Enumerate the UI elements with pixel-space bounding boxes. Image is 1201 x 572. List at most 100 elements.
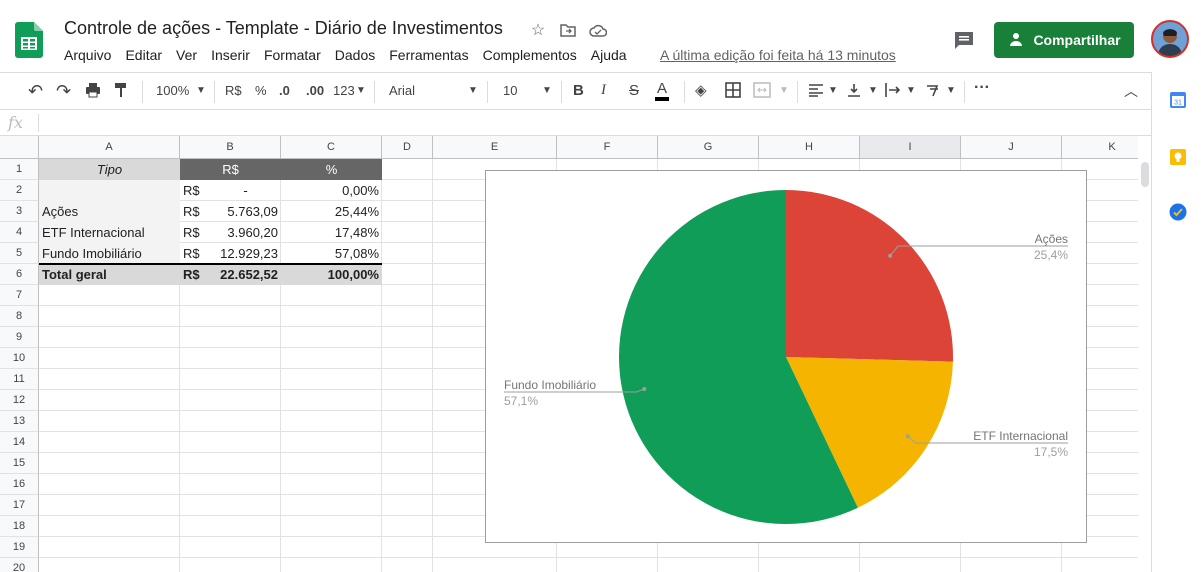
col-header-B[interactable]: B [180, 136, 281, 159]
last-edit-link[interactable]: A última edição foi feita há 13 minutos [660, 47, 896, 63]
decrease-decimal-button[interactable]: .0 [279, 83, 290, 98]
row-header-19[interactable]: 19 [0, 537, 39, 558]
cell-value[interactable]: 12.929,23 [210, 243, 281, 264]
more-options-icon[interactable]: ··· [974, 79, 990, 97]
zoom-select[interactable]: 100% [156, 83, 189, 98]
total-pct[interactable]: 100,00% [281, 264, 382, 285]
italic-button[interactable]: I [601, 82, 606, 99]
cell-value[interactable]: 3.960,20 [210, 222, 281, 243]
cell-pct[interactable]: 17,48% [281, 222, 382, 243]
font-select[interactable]: Arial [389, 83, 415, 98]
cell-pct[interactable]: 57,08% [281, 243, 382, 264]
tasks-icon[interactable] [1169, 203, 1187, 221]
menu-3[interactable]: Inserir [211, 47, 257, 63]
cell-value[interactable]: 5.763,09 [210, 201, 281, 222]
font-size-select[interactable]: 10 [503, 83, 517, 98]
col-header-H[interactable]: H [759, 136, 860, 159]
currency-format-button[interactable]: R$ [225, 83, 242, 98]
fill-color-icon[interactable]: ◈ [695, 81, 707, 99]
scrollbar-thumb[interactable] [1141, 162, 1149, 187]
col-header-A[interactable]: A [39, 136, 180, 159]
row-header-20[interactable]: 20 [0, 558, 39, 572]
row-header-13[interactable]: 13 [0, 411, 39, 432]
row-header-14[interactable]: 14 [0, 432, 39, 453]
cell-tipo[interactable] [39, 180, 180, 201]
cell-tipo[interactable]: ETF Internacional [39, 222, 180, 243]
comment-icon[interactable] [951, 28, 977, 52]
pie-slice-0[interactable] [786, 190, 953, 362]
more-formats-button[interactable]: 123 [333, 83, 355, 98]
text-wrap-icon[interactable] [885, 82, 901, 101]
col-header-I[interactable]: I [860, 136, 961, 159]
row-header-18[interactable]: 18 [0, 516, 39, 537]
keep-icon[interactable] [1169, 148, 1187, 166]
total-currency[interactable]: R$ [180, 264, 210, 285]
row-header-1[interactable]: 1 [0, 159, 39, 180]
sheets-logo-icon[interactable] [15, 22, 43, 58]
row-header-5[interactable]: 5 [0, 243, 39, 264]
strikethrough-button[interactable]: S [629, 82, 639, 99]
align-left-icon[interactable] [808, 83, 824, 100]
row-header-2[interactable]: 2 [0, 180, 39, 201]
col-header-J[interactable]: J [961, 136, 1062, 159]
row-header-3[interactable]: 3 [0, 201, 39, 222]
total-label[interactable]: Total geral [39, 264, 180, 285]
row-header-16[interactable]: 16 [0, 474, 39, 495]
percent-format-button[interactable]: % [255, 83, 267, 98]
col-header-C[interactable]: C [281, 136, 382, 159]
menu-6[interactable]: Ferramentas [389, 47, 475, 63]
cell-currency[interactable]: R$ [180, 180, 210, 201]
redo-icon[interactable]: ↷ [56, 81, 71, 102]
print-icon[interactable] [85, 82, 101, 101]
vertical-scrollbar[interactable] [1138, 159, 1151, 572]
header-pct[interactable]: % [281, 159, 382, 180]
row-header-12[interactable]: 12 [0, 390, 39, 411]
vertical-align-icon[interactable] [847, 82, 861, 101]
collapse-menu-icon[interactable]: ︿ [1124, 81, 1138, 101]
menu-2[interactable]: Ver [176, 47, 204, 63]
menu-5[interactable]: Dados [335, 47, 382, 63]
text-rotation-icon[interactable] [925, 82, 943, 101]
increase-decimal-button[interactable]: .00 [306, 83, 324, 98]
row-header-8[interactable]: 8 [0, 306, 39, 327]
col-header-F[interactable]: F [557, 136, 658, 159]
undo-icon[interactable]: ↶ [28, 81, 43, 102]
menu-1[interactable]: Editar [125, 47, 169, 63]
col-header-K[interactable]: K [1062, 136, 1138, 159]
menu-0[interactable]: Arquivo [64, 47, 118, 63]
row-header-10[interactable]: 10 [0, 348, 39, 369]
cell-pct[interactable]: 25,44% [281, 201, 382, 222]
cell-tipo[interactable]: Fundo Imobiliário [39, 243, 180, 264]
header-rs[interactable]: R$ [180, 159, 281, 180]
star-icon[interactable]: ☆ [528, 20, 548, 40]
cloud-status-icon[interactable] [588, 20, 608, 40]
cell-pct[interactable]: 0,00% [281, 180, 382, 201]
col-header-G[interactable]: G [658, 136, 759, 159]
cell-currency[interactable]: R$ [180, 201, 210, 222]
calendar-icon[interactable]: 31 [1169, 91, 1187, 109]
row-header-4[interactable]: 4 [0, 222, 39, 243]
merge-cells-icon[interactable] [753, 82, 771, 101]
cell-currency[interactable]: R$ [180, 243, 210, 264]
share-button[interactable]: Compartilhar [994, 22, 1134, 58]
col-header-E[interactable]: E [433, 136, 557, 159]
row-header-7[interactable]: 7 [0, 285, 39, 306]
text-color-button[interactable]: A [655, 80, 670, 101]
row-header-6[interactable]: 6 [0, 264, 39, 285]
borders-icon[interactable] [725, 82, 741, 101]
col-header-D[interactable]: D [382, 136, 433, 159]
row-header-17[interactable]: 17 [0, 495, 39, 516]
cell-value[interactable]: - [210, 180, 281, 201]
header-tipo[interactable]: Tipo [39, 159, 180, 180]
avatar[interactable] [1151, 20, 1189, 58]
row-header-15[interactable]: 15 [0, 453, 39, 474]
menu-7[interactable]: Complementos [483, 47, 584, 63]
paint-format-icon[interactable] [114, 82, 128, 101]
pie-chart[interactable]: Ações 25,4% ETF Internacional 17,5% Fundo Im… [485, 170, 1087, 543]
cell-tipo[interactable]: Ações [39, 201, 180, 222]
row-header-11[interactable]: 11 [0, 369, 39, 390]
total-value[interactable]: 22.652,52 [210, 264, 281, 285]
menu-4[interactable]: Formatar [264, 47, 328, 63]
move-folder-icon[interactable] [558, 20, 578, 40]
menu-8[interactable]: Ajuda [591, 47, 634, 63]
